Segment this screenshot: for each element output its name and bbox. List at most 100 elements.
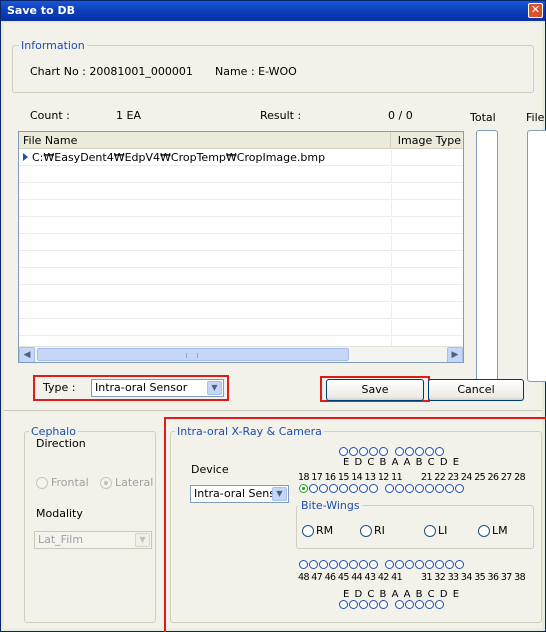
tooth-radio[interactable] (339, 560, 348, 569)
tooth-radio[interactable] (299, 560, 308, 569)
tooth-radio[interactable] (435, 560, 444, 569)
tooth-radio[interactable] (329, 560, 338, 569)
tooth-radio[interactable] (385, 560, 394, 569)
tooth-radio-18[interactable] (299, 484, 308, 493)
tooth-radio[interactable] (369, 447, 378, 456)
tooth-radio[interactable] (415, 447, 424, 456)
file-name-cell: C:₩EasyDent4₩EdpV4₩CropTemp₩CropImage.bm… (32, 151, 326, 164)
tooth-radio[interactable] (359, 600, 368, 609)
table-row[interactable]: C:₩EasyDent4₩EdpV4₩CropTemp₩CropImage.bm… (19, 150, 463, 166)
tooth-radio[interactable] (385, 484, 394, 493)
file-progress-bar (527, 130, 546, 382)
tooth-radio[interactable] (339, 484, 348, 493)
tooth-radio[interactable] (445, 560, 454, 569)
intraoral-legend: Intra-oral X-Ray & Camera (177, 425, 322, 438)
file-list-header: File Name Image Type (19, 132, 463, 149)
tooth-radio[interactable] (445, 484, 454, 493)
bite-wing-lm-label: LM (492, 524, 508, 537)
tooth-radio[interactable] (359, 560, 368, 569)
tooth-radio[interactable] (405, 600, 414, 609)
tooth-radio[interactable] (329, 484, 338, 493)
close-button[interactable]: ✕ (528, 3, 543, 18)
device-label: Device (191, 463, 229, 476)
device-select[interactable]: Intra-oral Sens ▼ (190, 485, 289, 503)
tooth-radio[interactable] (405, 560, 414, 569)
tooth-radio[interactable] (349, 447, 358, 456)
tooth-radio[interactable] (379, 600, 388, 609)
tooth-radio[interactable] (395, 560, 404, 569)
save-button[interactable]: Save (326, 379, 424, 401)
empty-row (19, 269, 463, 285)
upper-right-numbers: 18 17 16 15 14 13 12 11 (298, 472, 403, 483)
bite-wing-li-radio[interactable] (424, 525, 436, 537)
tooth-radio[interactable] (309, 560, 318, 569)
tooth-radio[interactable] (425, 484, 434, 493)
arrow-right-icon[interactable]: ▶ (447, 347, 463, 362)
lateral-radio[interactable] (100, 477, 112, 489)
tooth-radio[interactable] (319, 484, 328, 493)
chevron-down-icon[interactable]: ▼ (207, 381, 222, 395)
tooth-radio[interactable] (435, 447, 444, 456)
tooth-radio[interactable] (395, 600, 404, 609)
file-list[interactable]: File Name Image Type C:₩EasyDent4₩EdpV4₩… (18, 131, 464, 363)
tooth-radio[interactable] (415, 484, 424, 493)
frontal-radio[interactable] (36, 477, 48, 489)
chart-no-text: Chart No : 20081001_000001 (30, 65, 193, 78)
tooth-radio[interactable] (395, 484, 404, 493)
type-select[interactable]: Intra-oral Sensor ▼ (91, 379, 224, 397)
bite-wing-rm-label: RM (316, 524, 334, 537)
tooth-radio[interactable] (425, 447, 434, 456)
tooth-radio[interactable] (405, 484, 414, 493)
bite-wing-rm-radio[interactable] (302, 525, 314, 537)
bite-wing-ri-label: RI (374, 524, 385, 537)
result-label: Result : (260, 109, 302, 122)
tooth-radio[interactable] (405, 447, 414, 456)
empty-row (19, 201, 463, 217)
tooth-radio[interactable] (369, 600, 378, 609)
cancel-button[interactable]: Cancel (428, 379, 524, 401)
horizontal-scrollbar[interactable]: ◀ ▶ (19, 346, 463, 362)
empty-row (19, 184, 463, 200)
lateral-label: Lateral (115, 476, 154, 489)
tooth-radio[interactable] (319, 560, 328, 569)
chevron-down-icon[interactable]: ▼ (135, 533, 150, 547)
tooth-radio[interactable] (309, 484, 318, 493)
tooth-radio[interactable] (369, 560, 378, 569)
tooth-radio[interactable] (455, 560, 464, 569)
empty-row (19, 303, 463, 319)
column-header-image-type[interactable]: Image Type (391, 132, 463, 149)
tooth-radio[interactable] (369, 484, 378, 493)
tooth-radio[interactable] (339, 447, 348, 456)
bite-wing-lm-radio[interactable] (478, 525, 490, 537)
bite-wing-ri-radio[interactable] (360, 525, 372, 537)
tooth-radio[interactable] (359, 447, 368, 456)
tooth-radio[interactable] (349, 484, 358, 493)
modality-select[interactable]: Lat_Film ▼ (34, 531, 152, 549)
tooth-radio[interactable] (415, 600, 424, 609)
tooth-radio[interactable] (435, 600, 444, 609)
column-header-file-name[interactable]: File Name (19, 132, 391, 149)
tooth-radio[interactable] (455, 484, 464, 493)
tooth-radio[interactable] (425, 560, 434, 569)
tooth-radio[interactable] (339, 600, 348, 609)
scrollbar-thumb[interactable] (37, 348, 349, 361)
modality-label: Modality (36, 507, 83, 520)
count-label: Count : (30, 109, 70, 122)
tooth-radio[interactable] (349, 560, 358, 569)
upper-permanent-teeth (299, 484, 465, 494)
upper-primary-teeth (339, 447, 445, 457)
tooth-radio[interactable] (415, 560, 424, 569)
arrow-left-icon[interactable]: ◀ (19, 347, 35, 362)
tooth-radio[interactable] (349, 600, 358, 609)
empty-row (19, 252, 463, 268)
tooth-radio[interactable] (395, 447, 404, 456)
tooth-radio[interactable] (425, 600, 434, 609)
tooth-radio[interactable] (359, 484, 368, 493)
tooth-radio[interactable] (379, 447, 388, 456)
direction-label: Direction (36, 437, 86, 450)
chevron-down-icon[interactable]: ▼ (272, 487, 287, 501)
dialog-body: Information Chart No : 20081001_000001 N… (4, 23, 546, 632)
title-bar: Save to DB ✕ (1, 1, 545, 21)
tooth-radio[interactable] (435, 484, 444, 493)
lower-permanent-teeth (299, 560, 465, 570)
